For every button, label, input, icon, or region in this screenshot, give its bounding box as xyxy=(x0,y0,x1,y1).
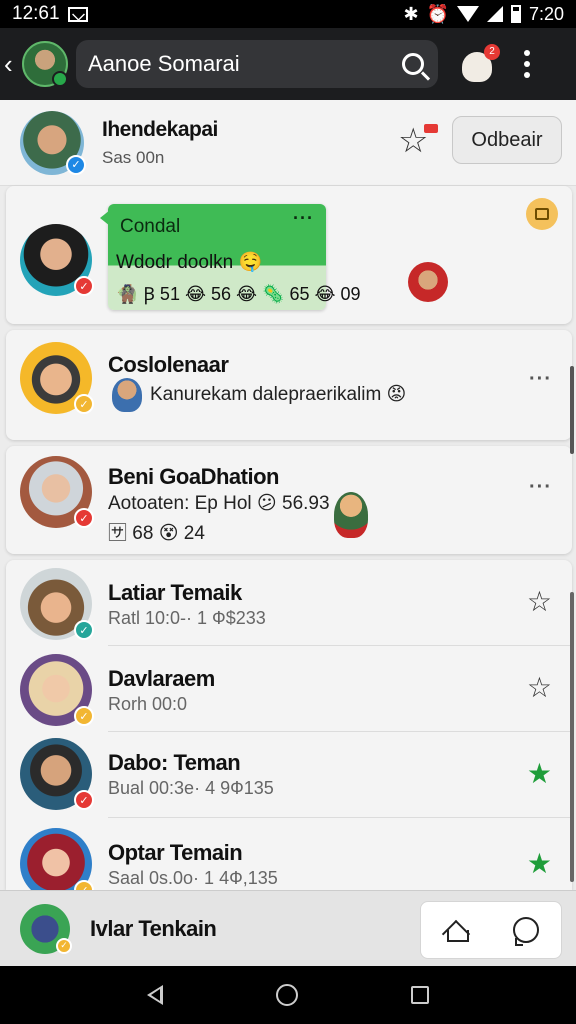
chat-bubble-icon[interactable] xyxy=(513,917,539,946)
list-item[interactable]: ✓ Davlaraem Rorh 00:0 ☆ xyxy=(6,646,572,732)
bubble-text: Wdodr doolkn 🤤 xyxy=(116,252,263,273)
mail-icon xyxy=(67,6,88,22)
chat-avatar[interactable]: ✓ xyxy=(20,456,94,528)
verified-icon: ✓ xyxy=(74,620,94,640)
sender-avatar[interactable]: ✓ xyxy=(20,224,94,296)
verified-icon: ✓ xyxy=(74,394,94,414)
search-input[interactable] xyxy=(88,51,402,77)
star-outline-icon[interactable]: ☆ xyxy=(527,674,552,702)
favorite-star-button[interactable]: ☆ xyxy=(398,124,438,160)
contact-name: Dabo: Teman xyxy=(108,750,241,775)
back-arrow-icon[interactable]: ‹ xyxy=(4,49,20,80)
notification-button[interactable]: 2 xyxy=(460,44,500,82)
message-card[interactable]: ✓ Condal ··· Wdodr doolkn 🤤 🧌 Ꞵ 51 😂 56 … xyxy=(6,186,572,324)
chat-card[interactable]: ✓ Coslolenaar Kanurekam dalepraerikalim … xyxy=(6,330,572,440)
star-filled-icon[interactable]: ★ xyxy=(527,760,552,788)
wifi-icon xyxy=(456,6,479,22)
bubble-title: Condal xyxy=(120,216,181,237)
home-icon[interactable] xyxy=(443,918,469,942)
list-scrollbar[interactable] xyxy=(570,592,574,882)
bottom-name: Ivlar Tenkain xyxy=(90,915,217,941)
profile-name: Ihendekapai xyxy=(102,117,218,141)
bubble-reactions: 🧌 Ꞵ 51 😂 56 😂 🦠 65 😂 09 xyxy=(116,284,361,304)
chat-preview: Aotoaten: Ep Hol 😕 56.93 xyxy=(108,493,330,514)
chat-meta: 🈂 68 😵 24 xyxy=(108,523,205,544)
profile-subtitle: Sas 00n xyxy=(102,147,165,167)
verified-icon: ✓ xyxy=(74,508,94,528)
nav-back-icon[interactable] xyxy=(146,985,163,1005)
signal-icon xyxy=(486,6,503,22)
search-bar[interactable] xyxy=(76,40,438,88)
profile-action-button[interactable]: Odbeair xyxy=(452,116,562,164)
verified-icon: ✓ xyxy=(74,276,94,296)
bottom-avatar[interactable]: ✓ xyxy=(20,903,72,954)
verified-icon: ✓ xyxy=(74,790,94,810)
contact-status: Saal 0s.0o· 1 4Ф,135 xyxy=(108,868,278,888)
status-clock: 7:20 xyxy=(528,3,564,24)
contact-avatar[interactable]: ✓ xyxy=(20,828,94,890)
red-flag-icon xyxy=(424,124,438,133)
nav-home-icon[interactable] xyxy=(275,984,298,1006)
list-item[interactable]: ✓ Optar Temain Saal 0s.0o· 1 4Ф,135 ★ xyxy=(6,822,572,890)
top-app-bar: ‹ 2 xyxy=(0,28,576,100)
contact-name: Optar Temain xyxy=(108,840,243,865)
chat-name: Beni GoaDhation xyxy=(108,464,279,489)
more-options-icon[interactable]: ··· xyxy=(529,368,552,391)
status-bar: 12:61 ✱ ⏰ 7:20 xyxy=(0,0,576,28)
contact-avatar[interactable]: ✓ xyxy=(20,654,94,726)
notification-count-badge: 2 xyxy=(484,44,500,60)
user-avatar[interactable] xyxy=(22,41,68,87)
contact-status: Rorh 00:0 xyxy=(108,694,188,714)
contact-avatar[interactable]: ✓ xyxy=(20,568,94,640)
alarm-icon: ⏰ xyxy=(426,3,449,24)
system-nav-bar xyxy=(0,966,576,1024)
more-options-icon[interactable]: ··· xyxy=(529,476,552,499)
more-options-icon[interactable] xyxy=(524,50,530,78)
contact-name: Latiar Temaik xyxy=(108,580,242,605)
list-item[interactable]: ✓ Dabo: Teman Bual 00:3e· 4 9Ф135 ★ xyxy=(6,732,572,818)
bottom-actions xyxy=(420,901,562,959)
chat-card[interactable]: ✓ Beni GoaDhation Aotoaten: Ep Hol 😕 56.… xyxy=(6,446,572,554)
sticker-icon xyxy=(334,492,368,538)
profile-header: ✓ Ihendekapai Sas 00n ☆ Odbeair xyxy=(0,100,576,186)
contact-avatar[interactable]: ✓ xyxy=(20,738,94,810)
message-bubble[interactable]: Condal ··· Wdodr doolkn 🤤 🧌 Ꞵ 51 😂 56 😂 … xyxy=(100,204,361,310)
verified-icon: ✓ xyxy=(74,880,94,890)
list-item[interactable]: ✓ Latiar Temaik Ratl 10:0-· 1 Ф$233 ☆ xyxy=(6,560,572,646)
star-filled-icon[interactable]: ★ xyxy=(527,850,552,878)
reactor-avatar[interactable] xyxy=(408,262,448,302)
save-icon[interactable] xyxy=(526,198,558,230)
sticker-icon xyxy=(112,378,142,412)
profile-avatar[interactable]: ✓ xyxy=(20,110,86,175)
contact-list: ✓ Latiar Temaik Ratl 10:0-· 1 Ф$233 ☆ ✓ … xyxy=(6,560,572,890)
verified-icon: ✓ xyxy=(66,154,86,175)
contact-status: Ratl 10:0-· 1 Ф$233 xyxy=(108,608,266,628)
verified-icon: ✓ xyxy=(56,937,72,954)
scrollbar[interactable] xyxy=(570,366,574,454)
chat-name: Coslolenaar xyxy=(108,352,229,377)
nav-recents-icon[interactable] xyxy=(411,986,430,1004)
contact-status: Bual 00:3e· 4 9Ф135 xyxy=(108,778,274,798)
divider xyxy=(108,817,572,818)
bubble-menu-icon[interactable]: ··· xyxy=(293,208,314,229)
chat-preview: Kanurekam dalepraerikalim 😡 xyxy=(150,384,407,405)
battery-icon xyxy=(510,5,521,23)
bottom-bar: ✓ Ivlar Tenkain xyxy=(0,890,576,966)
bluetooth-icon: ✱ xyxy=(403,3,419,24)
chat-avatar[interactable]: ✓ xyxy=(20,342,94,414)
online-badge xyxy=(52,71,68,87)
verified-icon: ✓ xyxy=(74,706,94,726)
status-time: 12:61 xyxy=(12,3,60,24)
contact-name: Davlaraem xyxy=(108,666,215,691)
star-outline-icon[interactable]: ☆ xyxy=(527,588,552,616)
search-icon[interactable] xyxy=(402,53,424,75)
